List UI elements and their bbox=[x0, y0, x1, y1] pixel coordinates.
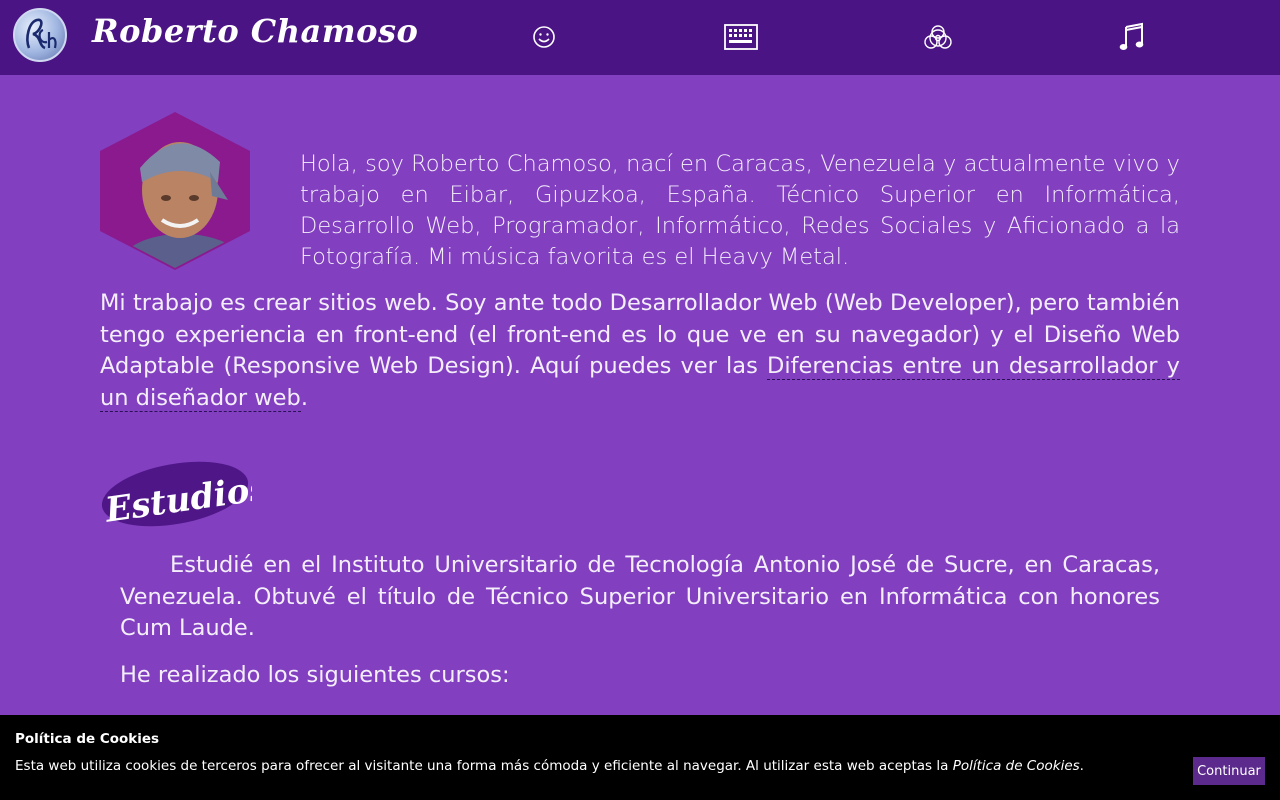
cookie-text-end: . bbox=[1079, 758, 1084, 774]
profile-photo bbox=[100, 112, 250, 270]
cookie-title: Política de Cookies bbox=[15, 731, 160, 747]
continue-button[interactable]: Continuar bbox=[1193, 757, 1265, 785]
top-navbar: Roberto Chamoso bbox=[0, 0, 1280, 75]
keyboard-icon[interactable] bbox=[723, 19, 759, 55]
smiley-icon[interactable] bbox=[526, 19, 562, 55]
music-note-icon[interactable] bbox=[1114, 19, 1150, 55]
cookie-text: Esta web utiliza cookies de terceros par… bbox=[15, 758, 1175, 774]
site-brand-name[interactable]: Roberto Chamoso bbox=[92, 12, 418, 50]
cookie-banner: Política de Cookies Esta web utiliza coo… bbox=[0, 715, 1280, 800]
studies-text: Estudié en el Instituto Universitario de… bbox=[120, 552, 1160, 641]
intro-text: Hola, soy Roberto Chamoso, nací en Carac… bbox=[300, 151, 1180, 270]
cookie-policy-link[interactable]: Política de Cookies bbox=[953, 758, 1080, 774]
work-text-end: . bbox=[300, 384, 308, 411]
cookie-text-body: Esta web utiliza cookies de terceros par… bbox=[15, 758, 953, 774]
studies-heading-badge: Estudios bbox=[100, 460, 271, 531]
site-logo[interactable] bbox=[13, 8, 67, 62]
biohazard-icon[interactable] bbox=[920, 19, 956, 55]
work-paragraph: Mi trabajo es crear sitios web. Soy ante… bbox=[100, 288, 1180, 414]
courses-intro: He realizado los siguientes cursos: bbox=[120, 662, 510, 688]
